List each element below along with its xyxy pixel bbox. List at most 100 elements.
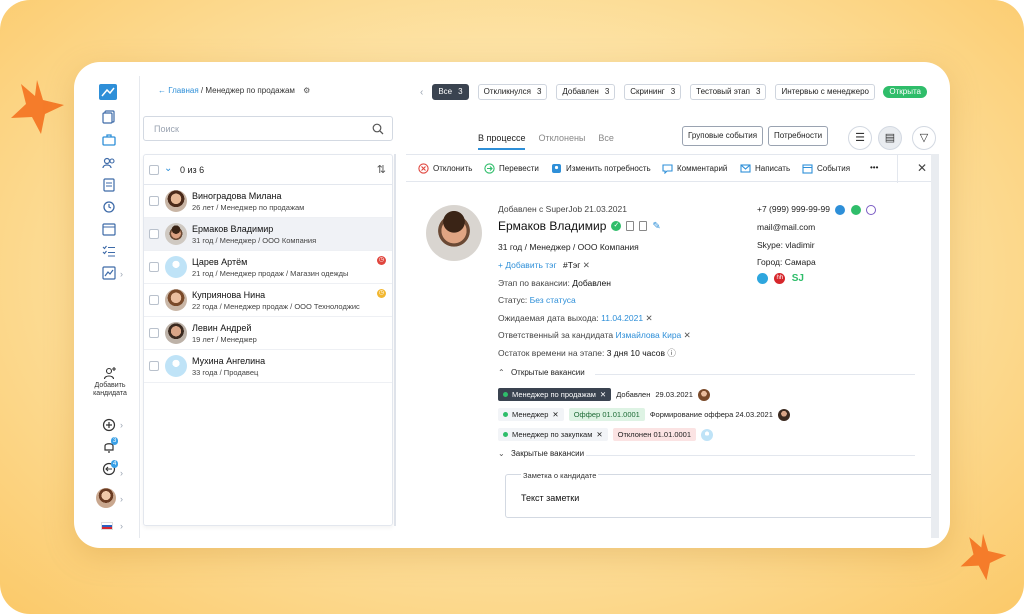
exit-date-value[interactable]: 11.04.2021 [601,313,643,323]
group-events-button[interactable]: Груповые события [682,126,764,146]
add-user-icon[interactable] [103,366,117,380]
remove-responsible-icon[interactable]: ✕ [684,330,691,340]
users-icon[interactable] [102,156,116,170]
close-icon[interactable]: ✕ [917,161,927,175]
stage-tab-test[interactable]: Тестовый этап 3 [690,84,767,100]
exit-date-line: Ожидаемая дата выхода: 11.04.2021 ✕ [498,313,653,324]
email-value[interactable]: mail@mail.com [757,222,815,232]
status-value[interactable]: Без статуса [530,295,576,305]
needs-button[interactable]: Потребности [768,126,829,146]
transfer-button[interactable]: Перевести [484,163,539,174]
vacancy-row[interactable]: Менеджер по продажам ✕ Добавлен 29.03.202… [498,388,710,401]
comment-button[interactable]: Комментарий [662,163,727,174]
search-icon[interactable] [372,123,384,135]
add-tag-link[interactable]: + Добавить тэг [498,260,557,270]
stage-tab-added[interactable]: Добавлен 3 [556,84,616,100]
sort-icon[interactable]: ⇅ [377,163,386,176]
change-need-button[interactable]: Изменить потребность [551,163,651,174]
more-button[interactable]: ••• [870,163,878,172]
back-arrow-icon[interactable]: ← [158,86,166,95]
chevron-down-icon[interactable]: ⌄ [164,163,172,174]
list-scrollbar[interactable] [394,154,396,526]
list-item[interactable]: Царев Артём 21 год / Менеджер продаж / М… [144,251,392,284]
lock-icon[interactable] [626,221,635,231]
row-checkbox[interactable] [149,196,159,206]
viber-icon[interactable] [866,204,877,215]
checklist-icon[interactable] [102,244,116,258]
skype-value[interactable]: Skype: vladimir [757,240,815,250]
gear-icon[interactable]: ⚙ [303,86,310,95]
row-checkbox[interactable] [149,262,159,272]
open-vacancies-header[interactable]: ⌃ Открытые вакансии [498,368,585,377]
info-icon[interactable]: ⓘ [667,348,676,358]
hh-icon[interactable]: hh [774,273,786,285]
plus-circle-icon[interactable] [102,418,116,432]
vacancy-chip[interactable]: Менеджер ✕ [498,408,564,421]
documents-icon[interactable] [102,110,116,124]
remove-tag-icon[interactable]: ✕ [583,260,590,270]
phone-value[interactable]: +7 (999) 999-99-99 [757,204,830,214]
chevron-right-icon[interactable]: › [120,468,123,478]
tab-in-progress[interactable]: В процессе [478,133,526,150]
detail-scrollbar[interactable] [931,154,939,538]
edit-icon[interactable]: ✎ [652,221,660,232]
reject-button[interactable]: Отклонить [418,163,472,174]
resume-file-icon[interactable] [639,221,648,231]
chevron-right-icon[interactable]: › [120,521,123,531]
briefcase-icon[interactable] [102,133,116,147]
tab-all[interactable]: Все [598,133,614,150]
write-button[interactable]: Написать [740,163,790,174]
chevron-right-icon[interactable]: › [120,420,123,430]
user-avatar[interactable] [96,488,116,508]
logo-icon[interactable] [99,84,117,100]
language-flag-icon[interactable] [101,522,113,530]
stage-tab-screening[interactable]: Скрининг 3 [624,84,682,100]
row-checkbox[interactable] [149,295,159,305]
remove-date-icon[interactable]: ✕ [645,313,652,323]
card-view-icon[interactable]: ▤ [878,126,902,150]
responsible-value[interactable]: Измайлова Кира [616,330,682,340]
clock-icon: ◷ [377,256,386,265]
vacancy-chip[interactable]: Менеджер по продажам ✕ [498,388,612,401]
phone-icon[interactable] [835,204,846,215]
chevron-right-icon[interactable]: › [120,494,123,504]
stage-tab-all[interactable]: Все 3 [432,84,469,100]
events-button[interactable]: События [802,163,850,174]
row-checkbox[interactable] [149,229,159,239]
list-item[interactable]: Виноградова Милана 26 лет / Менеджер по … [144,185,392,218]
analytics-icon[interactable] [102,266,116,280]
verified-icon: ✓ [611,221,622,231]
sources: hh SJ [757,273,804,285]
stage-tab-responded[interactable]: Откликнулся 3 [477,84,548,100]
closed-vacancies-header[interactable]: ⌄ Закрытые вакансии [498,449,584,458]
list-item[interactable]: Левин Андрей 19 лет / Менеджер [144,317,392,350]
calendar-icon[interactable] [102,222,116,236]
note-text[interactable]: Текст заметки [521,493,579,503]
search-input[interactable] [154,124,354,134]
row-checkbox[interactable] [149,361,159,371]
filter-icon[interactable]: ▽ [912,126,936,150]
select-all-checkbox[interactable] [149,165,159,175]
vacancy-chip[interactable]: Менеджер по закупкам ✕ [498,428,608,441]
candidate-note[interactable]: Заметка о кандидате Текст заметки ✎ [505,471,939,518]
superjob-icon[interactable]: SJ [792,273,804,284]
add-candidate-label[interactable]: Добавить кандидата [88,382,132,398]
vacancy-row[interactable]: Менеджер ✕ Оффер 01.01.0001 Формирование … [498,408,790,421]
list-view-icon[interactable]: ☰ [848,126,872,150]
vacancy-row[interactable]: Менеджер по закупкам ✕ Отклонен 01.01.000… [498,428,714,441]
stage-tab-interview[interactable]: Интервью с менеджеро [775,84,875,100]
telegram-icon[interactable] [757,273,768,285]
refresh-icon[interactable] [102,200,116,214]
tab-rejected[interactable]: Отклонены [538,133,585,150]
vacancy-stage-pill: Отклонен 01.01.0001 [612,428,697,441]
breadcrumb-home[interactable]: Главная [168,86,198,95]
chevron-right-icon[interactable]: › [120,269,123,279]
row-checkbox[interactable] [149,328,159,338]
list-item[interactable]: Мухина Ангелина 33 года / Продавец [144,350,392,383]
list-item[interactable]: Куприянова Нина 22 года / Менеджер прода… [144,284,392,317]
resume-icon[interactable] [102,178,116,192]
device-frame: › Добавить кандидата › 3 4 › › › ← Главн… [74,62,950,548]
list-item[interactable]: Ермаков Владимир 31 год / Менеджер / ООО… [144,218,392,251]
chevron-left-icon[interactable]: ‹ [420,87,423,98]
whatsapp-icon[interactable] [850,204,861,215]
